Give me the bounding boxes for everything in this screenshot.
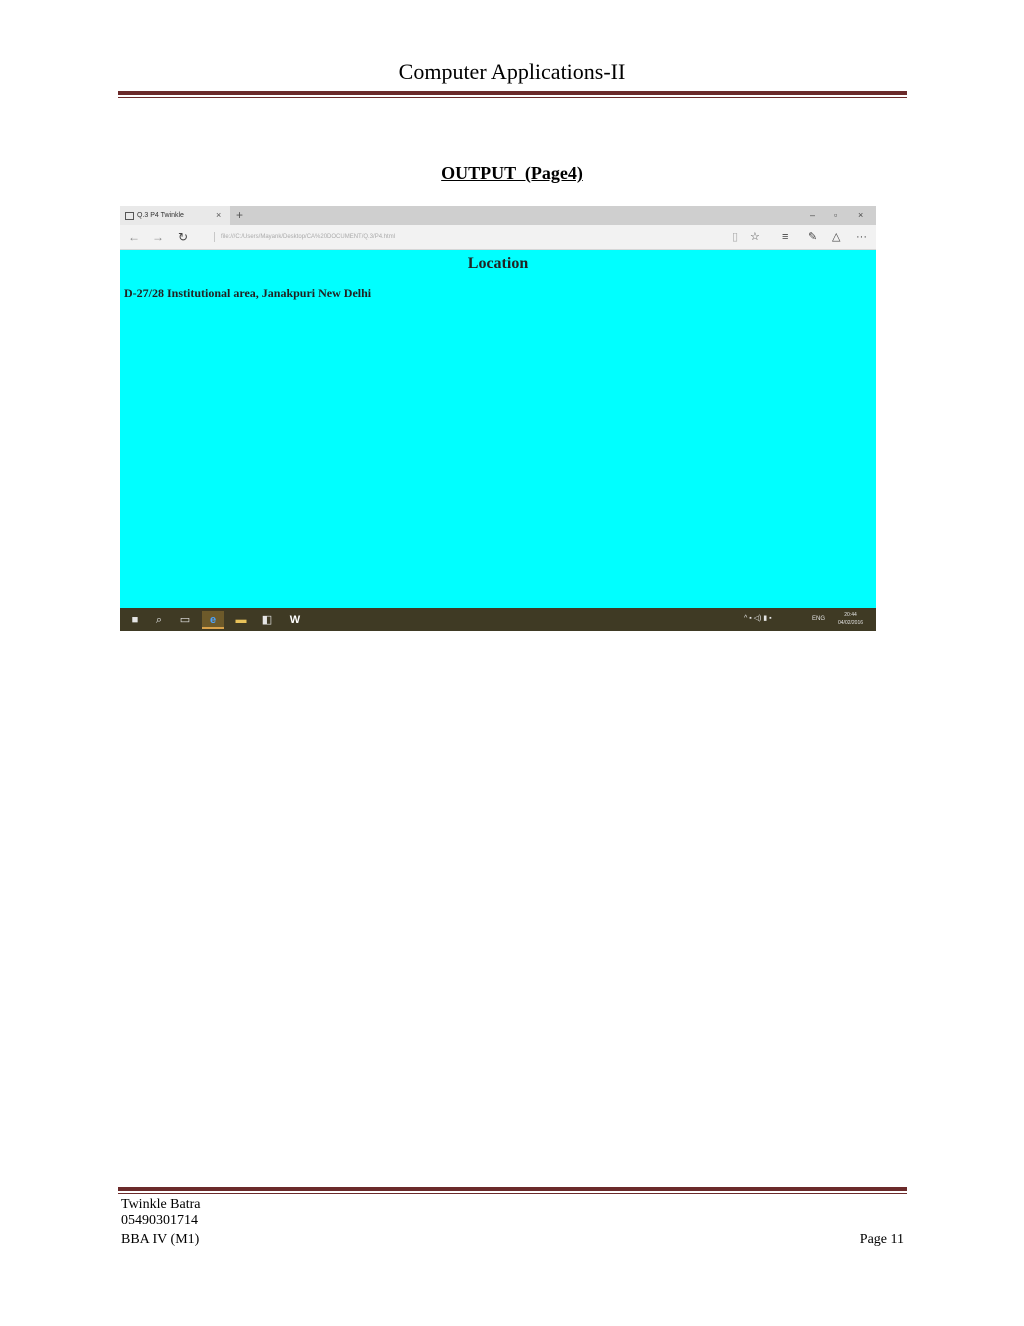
clock[interactable]: 20:44 04/02/2016 <box>838 611 863 627</box>
back-arrow-icon[interactable]: ← <box>128 228 140 246</box>
section-heading-text: OUTPUT (Page4) <box>441 163 583 183</box>
footer-student-id: 05490301714 <box>121 1213 198 1228</box>
close-window-icon[interactable]: × <box>858 206 863 225</box>
section-heading: OUTPUT (Page4) <box>0 163 1024 184</box>
store-icon[interactable]: ◧ <box>256 611 278 629</box>
word-icon[interactable]: W <box>284 611 306 629</box>
file-explorer-icon[interactable]: ▬ <box>230 611 252 629</box>
system-tray-icons[interactable]: ^ ▪ ◁) ▮ ▪ <box>744 612 772 626</box>
footer-author-name: Twinkle Batra <box>121 1197 201 1212</box>
footer-course: BBA IV (M1) <box>121 1232 200 1247</box>
clock-date: 04/02/2016 <box>838 620 864 626</box>
browser-screenshot: Q.3 P4 Twinkle × + – ▫ × ← → ↻ file:///C… <box>120 206 876 631</box>
header-rule-thick <box>118 91 907 95</box>
header-rule-thin <box>118 97 907 98</box>
language-indicator[interactable]: ENG <box>812 612 825 626</box>
footer-rule-thick <box>118 1187 907 1191</box>
web-page-heading: Location <box>467 255 529 272</box>
browser-tab[interactable]: Q.3 P4 Twinkle × <box>120 206 230 225</box>
nav-bar: ← → ↻ file:///C:/Users/Mayank/Desktop/CA… <box>120 225 876 250</box>
hub-icon[interactable]: ≡ <box>782 228 788 246</box>
favorite-star-icon[interactable]: ☆ <box>750 228 760 246</box>
share-icon[interactable]: △ <box>832 228 840 246</box>
tab-bar: Q.3 P4 Twinkle × + – ▫ × <box>120 206 876 225</box>
search-icon[interactable]: ⌕ <box>148 611 170 629</box>
refresh-icon[interactable]: ↻ <box>178 228 188 246</box>
edge-browser-icon[interactable]: e <box>202 611 224 629</box>
windows-taskbar: ■ ⌕ ▭ e ▬ ◧ W ^ ▪ ◁) ▮ ▪ ENG 20:44 04/02… <box>120 608 876 631</box>
tab-page-icon <box>125 212 134 220</box>
reading-view-icon[interactable]: ▯ <box>732 228 738 246</box>
page-header-title: Computer Applications-II <box>398 59 626 84</box>
tab-close-icon[interactable]: × <box>216 206 221 225</box>
address-bar[interactable]: file:///C:/Users/Mayank/Desktop/CA%20DOC… <box>214 232 521 242</box>
footer-rule-thin <box>118 1193 907 1194</box>
tab-title: Q.3 P4 Twinkle <box>137 212 184 219</box>
clock-time: 20:44 <box>844 612 857 618</box>
task-view-icon[interactable]: ▭ <box>174 611 196 629</box>
web-page-address-text: D-27/28 Institutional area, Janakpuri Ne… <box>124 286 372 300</box>
maximize-icon[interactable]: ▫ <box>834 206 837 225</box>
new-tab-icon[interactable]: + <box>236 206 243 224</box>
minimize-icon[interactable]: – <box>810 206 815 225</box>
web-note-icon[interactable]: ✎ <box>808 228 817 246</box>
start-icon[interactable]: ■ <box>124 611 146 629</box>
more-icon[interactable]: ··· <box>856 228 867 246</box>
forward-arrow-icon[interactable]: → <box>152 228 164 246</box>
footer-page-number: Page 11 <box>859 1232 904 1247</box>
